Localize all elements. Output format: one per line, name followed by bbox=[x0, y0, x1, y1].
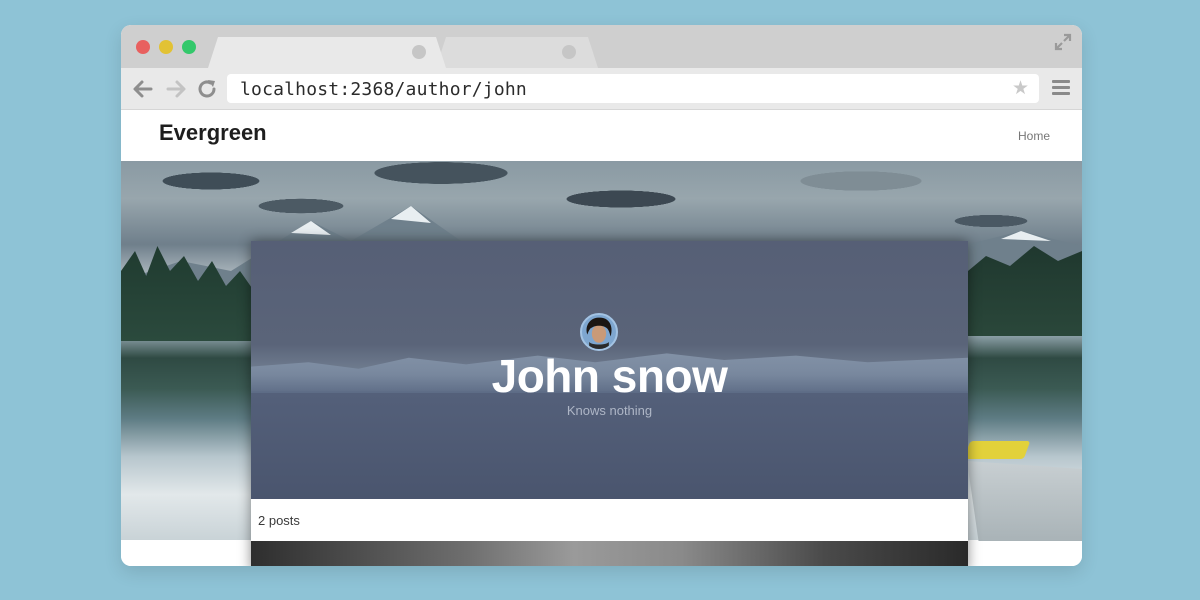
forward-arrow-icon[interactable] bbox=[165, 78, 187, 100]
reload-icon[interactable] bbox=[196, 78, 218, 100]
author-avatar[interactable] bbox=[580, 313, 618, 351]
close-window-button[interactable] bbox=[136, 40, 150, 54]
hero-kayaks bbox=[963, 441, 1031, 459]
author-name: John snow bbox=[491, 350, 728, 402]
tab-close-icon[interactable] bbox=[562, 45, 576, 59]
url-text[interactable]: localhost:2368/author/john bbox=[240, 79, 527, 100]
hamburger-menu-icon[interactable] bbox=[1052, 80, 1070, 96]
fullscreen-icon[interactable] bbox=[1054, 33, 1072, 51]
tab-active[interactable] bbox=[208, 37, 446, 68]
tab-close-icon[interactable] bbox=[412, 45, 426, 59]
browser-toolbar: localhost:2368/author/john ★ bbox=[121, 68, 1082, 110]
address-bar[interactable]: localhost:2368/author/john ★ bbox=[227, 74, 1039, 103]
post-count: 2 posts bbox=[258, 513, 300, 528]
minimize-window-button[interactable] bbox=[159, 40, 173, 54]
page-viewport: Evergreen Home John snow Knows nothing 2… bbox=[121, 110, 1082, 566]
post-thumbnail[interactable] bbox=[251, 541, 968, 566]
avatar-illustration bbox=[586, 317, 612, 349]
bookmark-star-icon[interactable]: ★ bbox=[1012, 79, 1029, 98]
author-cover-image: John snow Knows nothing bbox=[251, 241, 968, 499]
author-card: John snow Knows nothing 2 posts bbox=[251, 241, 968, 566]
back-arrow-icon[interactable] bbox=[132, 78, 154, 100]
site-header: Evergreen Home bbox=[121, 110, 1082, 161]
browser-window: localhost:2368/author/john ★ Evergreen H… bbox=[121, 25, 1082, 566]
nav-home-link[interactable]: Home bbox=[1018, 129, 1050, 143]
zoom-window-button[interactable] bbox=[182, 40, 196, 54]
site-title[interactable]: Evergreen bbox=[159, 120, 267, 146]
title-bar bbox=[121, 25, 1082, 68]
hero-dock bbox=[967, 461, 1082, 541]
author-bio: Knows nothing bbox=[566, 403, 653, 418]
tab-inactive[interactable] bbox=[436, 37, 598, 68]
